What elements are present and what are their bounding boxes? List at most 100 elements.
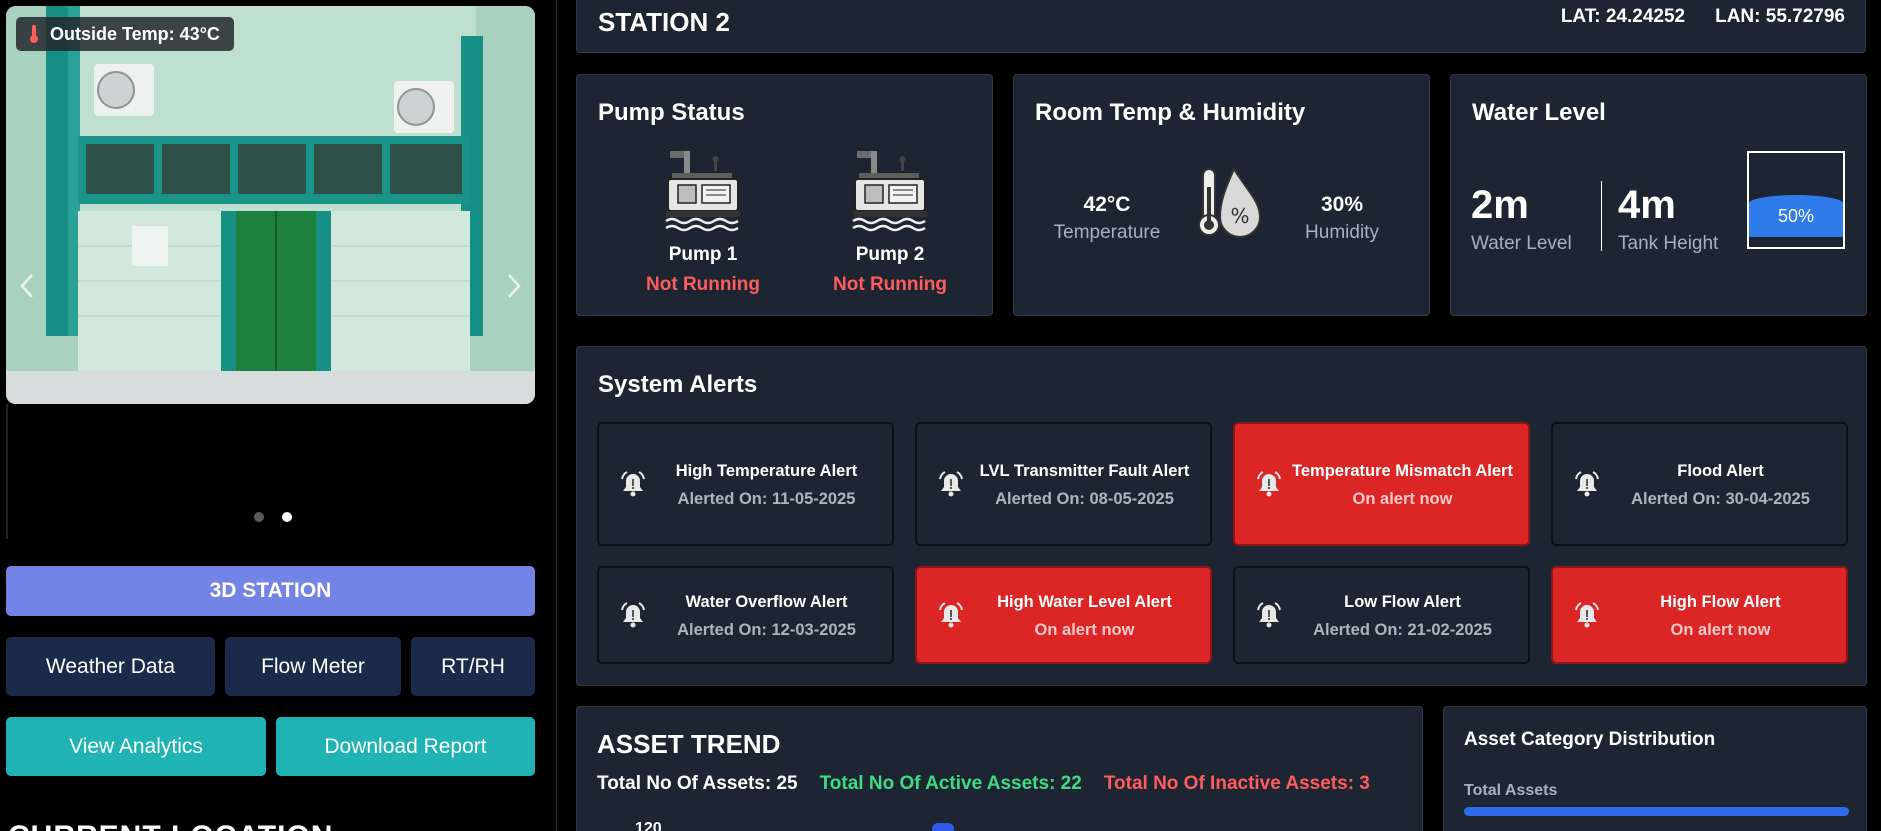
alert-text: High Flow Alert On alert now (1603, 590, 1838, 640)
3d-station-button[interactable]: 3D STATION (6, 566, 535, 616)
alert-card[interactable]: High Temperature Alert Alerted On: 11-05-… (597, 422, 894, 546)
alert-text: Flood Alert Alerted On: 30-04-2025 (1603, 459, 1838, 509)
alert-card[interactable]: Flood Alert Alerted On: 30-04-2025 (1551, 422, 1848, 546)
left-column: Outside Temp: 43°C 3D STATION Weather Da… (0, 0, 556, 831)
pump-icon (665, 151, 740, 232)
current-location-heading: CURRENT LOCATION (8, 820, 333, 831)
longitude: LAN: 55.72796 (1715, 6, 1845, 27)
pump-state: Not Running (833, 274, 947, 295)
alert-card[interactable]: Temperature Mismatch Alert On alert now (1233, 422, 1530, 546)
asset-category-distribution-panel: Asset Category Distribution Total Assets (1443, 706, 1867, 831)
alert-text: Low Flow Alert Alerted On: 21-02-2025 (1285, 590, 1520, 640)
water-level-label: Water Level (1471, 233, 1572, 254)
asset-trend-panel: ASSET TREND Total No Of Assets: 25 Total… (576, 706, 1423, 831)
asset-stats: Total No Of Assets: 25 Total No Of Activ… (597, 773, 1370, 795)
alert-bell-icon (937, 601, 965, 634)
pump-status-title: Pump Status (598, 99, 745, 126)
trend-axis-top-label: 120 (635, 820, 662, 831)
station-photo-carousel[interactable]: Outside Temp: 43°C (6, 6, 535, 404)
system-alerts-title: System Alerts (598, 371, 758, 398)
room-temp-humidity-title: Room Temp & Humidity (1035, 99, 1306, 126)
latitude: LAT: 24.24252 (1560, 6, 1686, 27)
alert-card[interactable]: High Flow Alert On alert now (1551, 566, 1848, 664)
temperature-value: 42°C (1083, 193, 1131, 216)
alert-text: High Water Level Alert On alert now (967, 590, 1202, 640)
tank-height-metric: 4m Tank Height (1618, 185, 1718, 255)
alert-detail: Alerted On: 30-04-2025 (1631, 490, 1810, 508)
alert-text: LVL Transmitter Fault Alert Alerted On: 0… (967, 459, 1202, 509)
alert-card[interactable]: Water Overflow Alert Alerted On: 12-03-20… (597, 566, 894, 664)
carousel-next-arrow-icon[interactable] (505, 271, 523, 301)
alert-title: Flood Alert (1677, 462, 1764, 480)
download-report-button[interactable]: Download Report (276, 717, 535, 776)
alert-bell-icon (1573, 601, 1601, 634)
alert-detail: On alert now (1034, 621, 1135, 639)
station-building-photo (6, 6, 535, 404)
alert-detail: Alerted On: 21-02-2025 (1313, 621, 1492, 639)
outside-temp-badge: Outside Temp: 43°C (16, 17, 234, 51)
station-header: STATION 2 LAT: 24.24252 LAN: 55.72796 (576, 0, 1866, 53)
alert-bell-icon (937, 470, 965, 503)
weather-data-button[interactable]: Weather Data (6, 637, 215, 696)
outside-temp-text: Outside Temp: 43°C (50, 23, 220, 44)
alert-card[interactable]: LVL Transmitter Fault Alert Alerted On: 0… (915, 422, 1212, 546)
alert-title: LVL Transmitter Fault Alert (979, 462, 1190, 480)
water-level-card: Water Level 2m Water Level 4m Tank Heigh… (1450, 74, 1867, 316)
asset-distribution-title: Asset Category Distribution (1464, 729, 1716, 750)
carousel-dot-2[interactable] (281, 512, 292, 522)
alert-text: High Temperature Alert Alerted On: 11-05-… (649, 459, 884, 509)
total-assets: Total No Of Assets: 25 (597, 773, 798, 794)
asset-trend-title: ASSET TREND (597, 729, 781, 759)
water-level-value: 2m (1471, 183, 1529, 227)
active-assets: Total No Of Active Assets: 22 (819, 773, 1082, 794)
metric-divider (1601, 181, 1602, 251)
carousel-prev-arrow-icon[interactable] (18, 271, 36, 301)
pump-1: Pump 1 Not Running (633, 149, 773, 296)
alert-bell-icon (619, 601, 647, 634)
alert-card[interactable]: Low Flow Alert Alerted On: 21-02-2025 (1233, 566, 1530, 664)
alert-detail: Alerted On: 08-05-2025 (995, 490, 1174, 508)
carousel-dot-1[interactable] (253, 512, 264, 522)
dashboard: Outside Temp: 43°C 3D STATION Weather Da… (0, 0, 1881, 831)
temperature-metric: 42°C Temperature (1042, 193, 1172, 244)
alert-card[interactable]: High Water Level Alert On alert now (915, 566, 1212, 664)
inactive-assets: Total No Of Inactive Assets: 3 (1103, 773, 1370, 794)
rt-rh-button[interactable]: RT/RH (411, 637, 535, 696)
humidity-value: 30% (1320, 193, 1364, 216)
station-coordinates: LAT: 24.24252 LAN: 55.72796 (1561, 0, 1845, 37)
water-tank-percent: 50% (1777, 206, 1815, 226)
alert-detail: Alerted On: 11-05-2025 (677, 490, 856, 508)
alert-bell-icon (619, 470, 647, 503)
pump-name: Pump 1 (668, 244, 738, 265)
alert-title: Temperature Mismatch Alert (1292, 462, 1513, 480)
system-alerts-panel: System Alerts High Temperature Alert Aler… (576, 346, 1867, 686)
thermometer-humidity-icon: % (1198, 166, 1262, 238)
tank-height-label: Tank Height (1618, 233, 1719, 254)
pump-name: Pump 2 (855, 244, 925, 265)
column-divider (556, 0, 557, 831)
alert-detail: On alert now (1670, 621, 1771, 639)
water-level-title: Water Level (1472, 99, 1606, 126)
alert-title: Water Overflow Alert (685, 593, 848, 611)
alert-detail: On alert now (1352, 490, 1453, 508)
alert-title: High Water Level Alert (997, 593, 1172, 611)
tank-height-value: 4m (1618, 183, 1676, 227)
pump-2: Pump 2 Not Running (820, 149, 960, 296)
pump-status-card: Pump Status Pump 1 Not Running Pump 2 No… (576, 74, 993, 316)
alert-title: Low Flow Alert (1344, 593, 1461, 611)
flow-meter-button[interactable]: Flow Meter (225, 637, 401, 696)
total-assets-bar (1464, 807, 1849, 816)
thermometer-icon (30, 25, 38, 43)
alert-title: High Flow Alert (1660, 593, 1781, 611)
pump-state: Not Running (646, 274, 760, 295)
view-analytics-button[interactable]: View Analytics (6, 717, 266, 776)
alert-bell-icon (1255, 470, 1283, 503)
temperature-label: Temperature (1053, 222, 1161, 243)
room-temp-humidity-card: Room Temp & Humidity 42°C Temperature % … (1013, 74, 1430, 316)
humidity-label: Humidity (1305, 222, 1379, 243)
pump-icon (852, 151, 927, 232)
water-level-metric: 2m Water Level (1471, 185, 1572, 255)
trend-bar-top (932, 823, 954, 831)
alert-bell-icon (1255, 601, 1283, 634)
carousel-dots (0, 512, 545, 522)
